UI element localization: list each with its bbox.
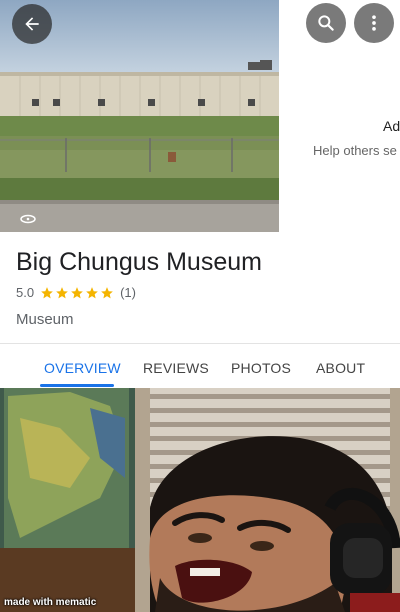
star-icon [86,286,98,298]
star-icon [56,286,68,298]
rating-value: 5.0 [16,285,35,300]
search-icon [318,15,334,31]
arrow-left-icon [25,17,39,31]
more-vert-icon [372,15,376,31]
place-title: Big Chungus Museum [16,248,262,276]
help-others-text: Help others se [313,143,397,158]
star-icon [101,286,113,298]
tab-reviews[interactable]: REVIEWS [143,360,209,376]
add-photo-text: Ad [383,118,400,134]
place-category: Museum [16,311,74,328]
star-icon [71,286,83,298]
rating-row[interactable]: 5.0 (1) [16,285,136,300]
review-count: (1) [120,285,136,300]
more-options-button[interactable] [354,3,394,43]
divider [0,343,400,344]
laughing-man-image [0,388,400,612]
tab-bar: OVERVIEW REVIEWS PHOTOS ABOUT [0,360,400,388]
tab-photos[interactable]: PHOTOS [231,360,291,376]
active-tab-indicator [40,384,114,387]
tab-overview[interactable]: OVERVIEW [44,360,121,376]
meme-image [0,388,400,612]
tab-about[interactable]: ABOUT [316,360,365,376]
back-button[interactable] [12,4,52,44]
star-rating [40,286,114,300]
star-icon [41,286,53,298]
search-button[interactable] [306,3,346,43]
mematic-watermark: made with mematic [4,597,97,608]
